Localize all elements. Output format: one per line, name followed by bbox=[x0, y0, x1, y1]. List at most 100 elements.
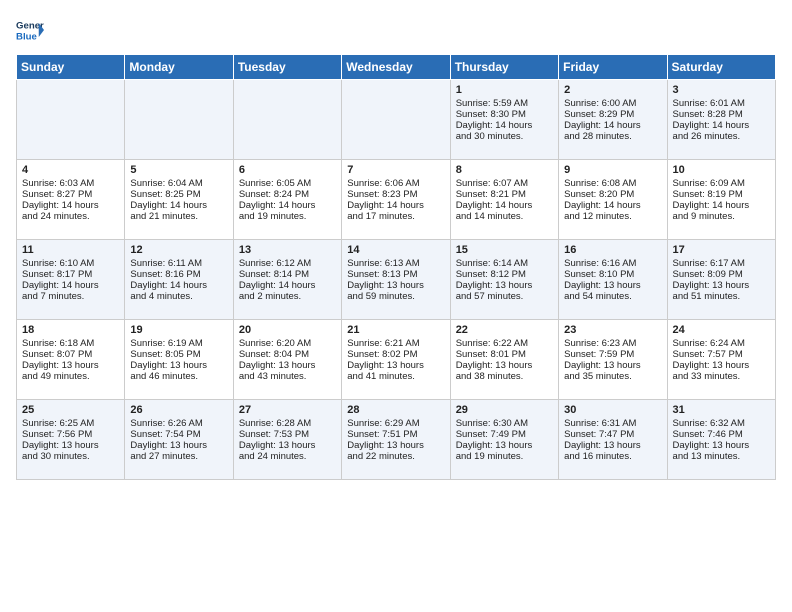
week-row-3: 11Sunrise: 6:10 AMSunset: 8:17 PMDayligh… bbox=[17, 240, 776, 320]
day-info-line: Sunset: 7:49 PM bbox=[456, 429, 553, 440]
day-info-line: and 49 minutes. bbox=[22, 371, 119, 382]
calendar-cell-1-3 bbox=[233, 80, 341, 160]
day-info-line: Sunrise: 6:10 AM bbox=[22, 258, 119, 269]
day-info-line: Sunset: 7:51 PM bbox=[347, 429, 444, 440]
day-info-line: Sunrise: 6:14 AM bbox=[456, 258, 553, 269]
day-info-line: and 51 minutes. bbox=[673, 291, 770, 302]
day-info-line: Sunset: 8:23 PM bbox=[347, 189, 444, 200]
day-info-line: Daylight: 13 hours bbox=[564, 360, 661, 371]
day-number: 26 bbox=[130, 404, 227, 416]
day-info-line: Daylight: 13 hours bbox=[239, 360, 336, 371]
day-number: 9 bbox=[564, 164, 661, 176]
day-info-line: and 41 minutes. bbox=[347, 371, 444, 382]
day-info-line: Sunset: 7:53 PM bbox=[239, 429, 336, 440]
day-info-line: Sunrise: 6:11 AM bbox=[130, 258, 227, 269]
day-info-line: Sunset: 7:46 PM bbox=[673, 429, 770, 440]
week-row-4: 18Sunrise: 6:18 AMSunset: 8:07 PMDayligh… bbox=[17, 320, 776, 400]
calendar-body: 1Sunrise: 5:59 AMSunset: 8:30 PMDaylight… bbox=[17, 80, 776, 480]
day-info-line: and 46 minutes. bbox=[130, 371, 227, 382]
calendar-cell-5-7: 31Sunrise: 6:32 AMSunset: 7:46 PMDayligh… bbox=[667, 400, 775, 480]
day-info-line: Daylight: 13 hours bbox=[130, 360, 227, 371]
day-number: 19 bbox=[130, 324, 227, 336]
day-info-line: Daylight: 13 hours bbox=[22, 440, 119, 451]
logo-icon: GeneralBlue bbox=[16, 16, 44, 44]
calendar-cell-4-5: 22Sunrise: 6:22 AMSunset: 8:01 PMDayligh… bbox=[450, 320, 558, 400]
day-info-line: Daylight: 13 hours bbox=[564, 280, 661, 291]
day-info-line: Sunset: 8:27 PM bbox=[22, 189, 119, 200]
day-info-line: and 59 minutes. bbox=[347, 291, 444, 302]
day-number: 23 bbox=[564, 324, 661, 336]
week-row-1: 1Sunrise: 5:59 AMSunset: 8:30 PMDaylight… bbox=[17, 80, 776, 160]
day-info-line: and 12 minutes. bbox=[564, 211, 661, 222]
day-number: 17 bbox=[673, 244, 770, 256]
day-info-line: Daylight: 13 hours bbox=[673, 360, 770, 371]
day-info-line: and 17 minutes. bbox=[347, 211, 444, 222]
day-number: 10 bbox=[673, 164, 770, 176]
day-info-line: Sunrise: 6:32 AM bbox=[673, 418, 770, 429]
day-number: 24 bbox=[673, 324, 770, 336]
logo: GeneralBlue bbox=[16, 16, 44, 44]
weekday-friday: Friday bbox=[559, 55, 667, 80]
calendar-cell-3-4: 14Sunrise: 6:13 AMSunset: 8:13 PMDayligh… bbox=[342, 240, 450, 320]
day-info-line: Daylight: 14 hours bbox=[456, 120, 553, 131]
day-info-line: Daylight: 13 hours bbox=[22, 360, 119, 371]
day-info-line: and 19 minutes. bbox=[239, 211, 336, 222]
day-number: 12 bbox=[130, 244, 227, 256]
day-info-line: Sunset: 8:07 PM bbox=[22, 349, 119, 360]
day-number: 7 bbox=[347, 164, 444, 176]
day-info-line: Sunset: 8:29 PM bbox=[564, 109, 661, 120]
day-info-line: Daylight: 14 hours bbox=[130, 280, 227, 291]
day-info-line: Sunset: 8:28 PM bbox=[673, 109, 770, 120]
weekday-thursday: Thursday bbox=[450, 55, 558, 80]
day-info-line: Daylight: 14 hours bbox=[239, 280, 336, 291]
day-info-line: Sunrise: 6:13 AM bbox=[347, 258, 444, 269]
day-info-line: Sunrise: 6:05 AM bbox=[239, 178, 336, 189]
day-number: 14 bbox=[347, 244, 444, 256]
day-info-line: Sunset: 8:17 PM bbox=[22, 269, 119, 280]
calendar-cell-3-3: 13Sunrise: 6:12 AMSunset: 8:14 PMDayligh… bbox=[233, 240, 341, 320]
day-info-line: Sunset: 8:16 PM bbox=[130, 269, 227, 280]
calendar-cell-4-2: 19Sunrise: 6:19 AMSunset: 8:05 PMDayligh… bbox=[125, 320, 233, 400]
weekday-sunday: Sunday bbox=[17, 55, 125, 80]
day-number: 8 bbox=[456, 164, 553, 176]
day-info-line: and 9 minutes. bbox=[673, 211, 770, 222]
day-info-line: and 22 minutes. bbox=[347, 451, 444, 462]
day-info-line: Daylight: 13 hours bbox=[130, 440, 227, 451]
day-info-line: Daylight: 13 hours bbox=[456, 440, 553, 451]
day-info-line: Sunset: 7:47 PM bbox=[564, 429, 661, 440]
calendar-cell-1-4 bbox=[342, 80, 450, 160]
day-info-line: Sunrise: 6:12 AM bbox=[239, 258, 336, 269]
weekday-header-row: SundayMondayTuesdayWednesdayThursdayFrid… bbox=[17, 55, 776, 80]
day-info-line: Sunset: 8:02 PM bbox=[347, 349, 444, 360]
day-info-line: Sunrise: 6:16 AM bbox=[564, 258, 661, 269]
calendar-cell-4-3: 20Sunrise: 6:20 AMSunset: 8:04 PMDayligh… bbox=[233, 320, 341, 400]
calendar-cell-4-1: 18Sunrise: 6:18 AMSunset: 8:07 PMDayligh… bbox=[17, 320, 125, 400]
day-info-line: Sunrise: 6:26 AM bbox=[130, 418, 227, 429]
day-info-line: and 54 minutes. bbox=[564, 291, 661, 302]
calendar-cell-1-1 bbox=[17, 80, 125, 160]
day-number: 6 bbox=[239, 164, 336, 176]
calendar-cell-4-7: 24Sunrise: 6:24 AMSunset: 7:57 PMDayligh… bbox=[667, 320, 775, 400]
day-number: 13 bbox=[239, 244, 336, 256]
day-info-line: and 35 minutes. bbox=[564, 371, 661, 382]
day-info-line: and 2 minutes. bbox=[239, 291, 336, 302]
calendar-cell-3-7: 17Sunrise: 6:17 AMSunset: 8:09 PMDayligh… bbox=[667, 240, 775, 320]
calendar-cell-5-3: 27Sunrise: 6:28 AMSunset: 7:53 PMDayligh… bbox=[233, 400, 341, 480]
day-info-line: Sunrise: 6:31 AM bbox=[564, 418, 661, 429]
day-info-line: and 16 minutes. bbox=[564, 451, 661, 462]
calendar-cell-1-2 bbox=[125, 80, 233, 160]
calendar-cell-2-7: 10Sunrise: 6:09 AMSunset: 8:19 PMDayligh… bbox=[667, 160, 775, 240]
day-info-line: Sunrise: 6:01 AM bbox=[673, 98, 770, 109]
calendar-cell-3-6: 16Sunrise: 6:16 AMSunset: 8:10 PMDayligh… bbox=[559, 240, 667, 320]
day-info-line: Sunrise: 6:20 AM bbox=[239, 338, 336, 349]
day-number: 29 bbox=[456, 404, 553, 416]
day-info-line: Daylight: 14 hours bbox=[239, 200, 336, 211]
day-info-line: Daylight: 14 hours bbox=[673, 200, 770, 211]
day-info-line: Sunset: 8:10 PM bbox=[564, 269, 661, 280]
day-info-line: Daylight: 14 hours bbox=[347, 200, 444, 211]
day-info-line: Daylight: 14 hours bbox=[456, 200, 553, 211]
day-info-line: Sunset: 8:24 PM bbox=[239, 189, 336, 200]
day-info-line: Sunrise: 6:18 AM bbox=[22, 338, 119, 349]
day-info-line: and 14 minutes. bbox=[456, 211, 553, 222]
calendar-cell-3-2: 12 Sunrise: 6:11 AMSunset: 8:16 PMDayligh… bbox=[125, 240, 233, 320]
